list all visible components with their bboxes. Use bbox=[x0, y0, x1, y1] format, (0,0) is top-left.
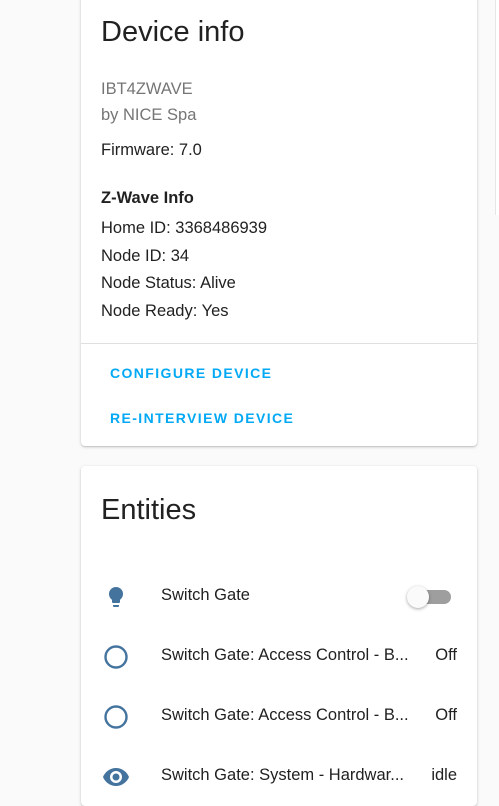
zwave-home-id: Home ID: 3368486939 bbox=[101, 219, 268, 237]
switch-gate-toggle[interactable] bbox=[407, 586, 451, 608]
reinterview-device-button[interactable]: RE-INTERVIEW DEVICE bbox=[110, 410, 294, 426]
zwave-node-id: Node ID: 34 bbox=[101, 247, 190, 265]
zwave-node-ready: Node Ready: Yes bbox=[101, 302, 229, 320]
entity-name: Switch Gate: Access Control - B... bbox=[161, 646, 409, 664]
entities-card: Entities Switch Gate Switch Gate: Access… bbox=[81, 466, 477, 806]
entity-name: Switch Gate: Access Control - B... bbox=[161, 706, 409, 724]
configure-device-button[interactable]: CONFIGURE DEVICE bbox=[110, 365, 272, 381]
device-firmware: Firmware: 7.0 bbox=[101, 141, 202, 159]
device-info-title: Device info bbox=[101, 16, 245, 48]
adjacent-card-edge bbox=[495, 0, 499, 215]
entity-name: Switch Gate bbox=[161, 586, 250, 604]
card-actions-divider bbox=[81, 343, 477, 344]
circle-outline-icon bbox=[102, 703, 130, 731]
entity-state: Off bbox=[435, 646, 457, 664]
entity-row-switch-gate[interactable]: Switch Gate bbox=[81, 572, 477, 622]
circle-outline-icon bbox=[102, 643, 130, 671]
entity-row-access-control-1[interactable]: Switch Gate: Access Control - B... Off bbox=[81, 632, 477, 682]
zwave-node-status: Node Status: Alive bbox=[101, 274, 236, 292]
device-model: IBT4ZWAVE bbox=[101, 80, 193, 98]
lightbulb-icon bbox=[102, 583, 130, 611]
entity-row-access-control-2[interactable]: Switch Gate: Access Control - B... Off bbox=[81, 692, 477, 742]
entity-name: Switch Gate: System - Hardwar... bbox=[161, 766, 404, 784]
eye-icon bbox=[102, 763, 130, 791]
toggle-knob bbox=[407, 586, 429, 608]
entity-state: idle bbox=[431, 766, 457, 784]
entity-state: Off bbox=[435, 706, 457, 724]
device-manufacturer: by NICE Spa bbox=[101, 106, 197, 124]
entity-row-system-hardware[interactable]: Switch Gate: System - Hardwar... idle bbox=[81, 752, 477, 802]
zwave-info-heading: Z-Wave Info bbox=[101, 189, 194, 207]
entities-title: Entities bbox=[101, 494, 197, 526]
device-info-card: Device info IBT4ZWAVE by NICE Spa Firmwa… bbox=[81, 0, 477, 446]
